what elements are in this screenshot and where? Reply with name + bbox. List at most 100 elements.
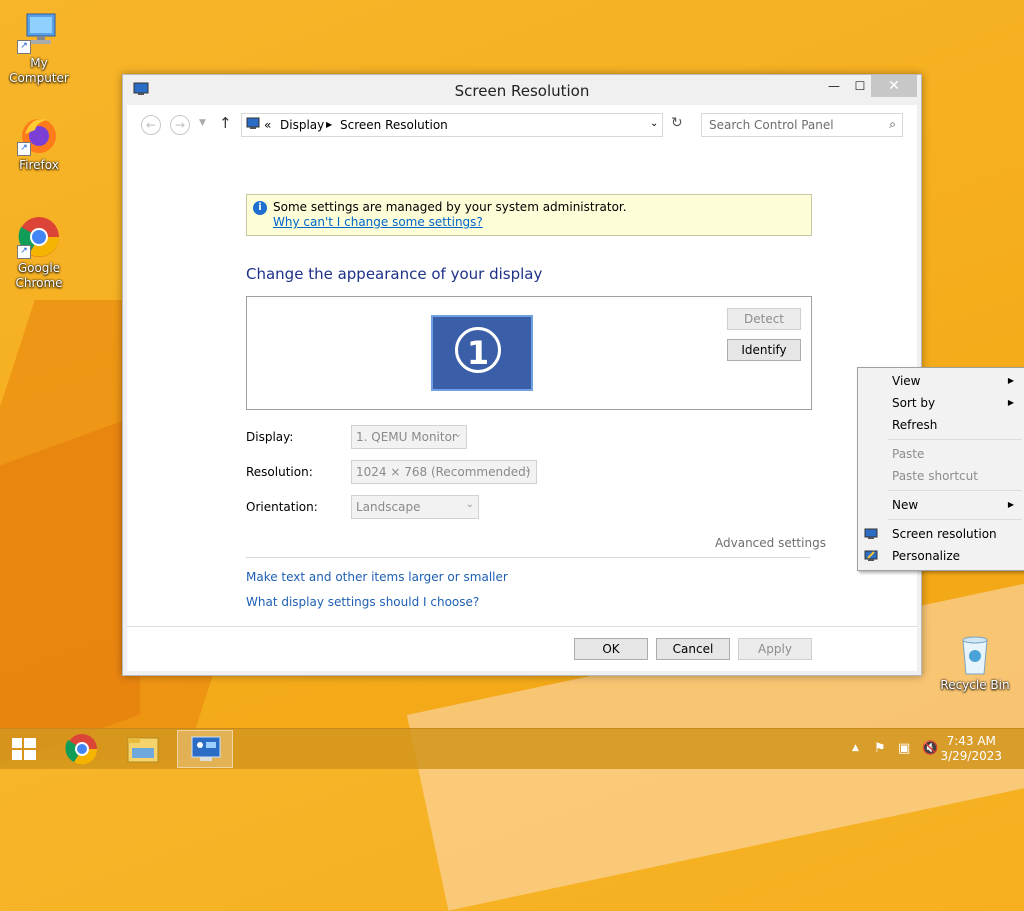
shortcut-arrow-icon: ↗	[17, 142, 31, 156]
control-panel-icon	[191, 736, 221, 761]
taskbar-file-explorer[interactable]	[116, 730, 172, 768]
desktop-icon-recycle-bin[interactable]: Recycle Bin	[936, 632, 1014, 693]
info-help-link[interactable]: Why can't I change some settings?	[273, 215, 483, 229]
personalize-icon	[864, 550, 878, 562]
desktop-icon-chrome[interactable]: ↗ Google Chrome	[0, 215, 78, 291]
desktop-icon-my-computer[interactable]: ↗ My Computer	[0, 10, 78, 86]
menu-separator	[888, 519, 1022, 520]
start-button[interactable]	[0, 730, 48, 768]
page-heading: Change the appearance of your display	[246, 265, 543, 283]
desktop-icon-label: My Computer	[9, 56, 69, 85]
recycle-bin-icon	[953, 632, 997, 676]
menu-item-refresh[interactable]: Refresh	[892, 418, 937, 432]
breadcrumb-screen-resolution[interactable]: Screen Resolution	[340, 118, 448, 132]
display-select[interactable]: 1. QEMU Monitor ⌄	[351, 425, 467, 449]
cancel-button[interactable]: Cancel	[656, 638, 730, 660]
desktop-icon-label: Firefox	[19, 158, 59, 172]
text-size-link[interactable]: Make text and other items larger or smal…	[246, 570, 508, 584]
control-panel-icon	[246, 117, 260, 133]
display-label: Display:	[246, 430, 294, 444]
submenu-arrow-icon: ▶	[1007, 500, 1014, 509]
taskbar: ▲ ⚑ ▣ 🔇 7:43 AM 3/29/2023	[0, 728, 1024, 769]
menu-item-screen-resolution[interactable]: Screen resolution	[892, 527, 997, 541]
minimize-button[interactable]: —	[821, 75, 847, 97]
wallpaper-shape	[0, 414, 140, 766]
desktop-icon-label: Google Chrome	[15, 261, 63, 290]
monitor-preview-box: 1 Detect Identify	[246, 296, 812, 410]
resolution-label: Resolution:	[246, 465, 313, 479]
navigation-bar: ← → ▼ ↑ « Display ▶ Screen Resolution ⌄ …	[127, 105, 917, 145]
orientation-value: Landscape	[356, 500, 421, 514]
show-hidden-icons-icon[interactable]: ▲	[852, 743, 859, 753]
breadcrumb-display[interactable]: Display	[280, 118, 324, 132]
info-bar: i Some settings are managed by your syst…	[246, 194, 812, 236]
refresh-icon[interactable]: ↻	[671, 115, 689, 135]
network-icon[interactable]: ▣	[898, 741, 910, 756]
clock-date: 3/29/2023	[940, 749, 1002, 763]
address-bar[interactable]: « Display ▶ Screen Resolution ⌄	[241, 113, 663, 137]
menu-item-paste[interactable]: Paste	[892, 447, 924, 461]
address-dropdown-icon[interactable]: ⌄	[650, 118, 658, 129]
breadcrumb-separator-icon: ▶	[326, 120, 333, 129]
chrome-icon: ↗	[17, 215, 61, 259]
submenu-arrow-icon: ▶	[1007, 376, 1014, 385]
chevron-down-icon: ⌄	[453, 429, 462, 440]
taskbar-control-panel[interactable]	[177, 730, 233, 768]
menu-item-view[interactable]: View	[892, 374, 920, 388]
menu-item-paste-shortcut[interactable]: Paste shortcut	[892, 469, 978, 483]
screen-resolution-window: Screen Resolution — ☐ ✕ ← → ▼ ↑ « Displa…	[122, 74, 922, 676]
window-title: Screen Resolution	[454, 82, 590, 100]
maximize-button[interactable]: ☐	[847, 75, 873, 97]
monitor-number: 1	[455, 327, 501, 373]
display-help-link[interactable]: What display settings should I choose?	[246, 595, 479, 609]
windows-logo-icon	[12, 738, 36, 760]
search-icon[interactable]: ⌕	[889, 117, 896, 132]
desktop-context-menu: View ▶ Sort by ▶ Refresh Paste Paste sho…	[857, 367, 1024, 571]
title-bar[interactable]: Screen Resolution — ☐ ✕	[123, 75, 921, 105]
apply-button[interactable]: Apply	[738, 638, 812, 660]
menu-separator	[888, 439, 1022, 440]
orientation-select[interactable]: Landscape ⌄	[351, 495, 479, 519]
up-arrow-icon[interactable]: ↑	[219, 114, 232, 132]
monitor-1-tile[interactable]: 1	[431, 315, 533, 391]
menu-item-new[interactable]: New	[892, 498, 918, 512]
desktop-icon-firefox[interactable]: ↗ Firefox	[0, 112, 78, 173]
firefox-icon: ↗	[17, 112, 61, 156]
close-button[interactable]: ✕	[871, 75, 917, 97]
screen-resolution-icon	[864, 528, 878, 540]
menu-separator	[888, 490, 1022, 491]
shortcut-arrow-icon: ↗	[17, 40, 31, 54]
resolution-value: 1024 × 768 (Recommended)	[356, 465, 531, 479]
clock-time: 7:43 AM	[946, 734, 996, 748]
divider	[246, 557, 810, 558]
menu-item-personalize[interactable]: Personalize	[892, 549, 960, 563]
computer-icon: ↗	[17, 10, 61, 54]
ok-button[interactable]: OK	[574, 638, 648, 660]
submenu-arrow-icon: ▶	[1007, 398, 1014, 407]
detect-button[interactable]: Detect	[727, 308, 801, 330]
search-placeholder: Search Control Panel	[709, 118, 834, 132]
address-prefix[interactable]: «	[264, 118, 271, 132]
folder-icon	[127, 737, 159, 763]
divider	[127, 626, 917, 627]
forward-button[interactable]: →	[170, 115, 190, 135]
info-icon: i	[253, 201, 267, 215]
display-value: 1. QEMU Monitor	[356, 430, 457, 444]
chrome-icon	[65, 734, 98, 765]
resolution-select[interactable]: 1024 × 768 (Recommended) ⌄	[351, 460, 537, 484]
info-message: Some settings are managed by your system…	[273, 200, 627, 214]
menu-item-sort-by[interactable]: Sort by	[892, 396, 935, 410]
recent-pages-chevron-icon[interactable]: ▼	[199, 118, 206, 128]
action-center-flag-icon[interactable]: ⚑	[874, 741, 886, 756]
shortcut-arrow-icon: ↗	[17, 245, 31, 259]
search-input[interactable]: Search Control Panel ⌕	[701, 113, 903, 137]
orientation-label: Orientation:	[246, 500, 318, 514]
volume-muted-icon[interactable]: 🔇	[922, 741, 938, 756]
advanced-settings-link[interactable]: Advanced settings	[715, 536, 826, 550]
identify-button[interactable]: Identify	[727, 339, 801, 361]
taskbar-chrome[interactable]	[54, 730, 110, 768]
back-button[interactable]: ←	[141, 115, 161, 135]
system-clock[interactable]: 7:43 AM 3/29/2023	[940, 734, 1002, 764]
desktop-icon-label: Recycle Bin	[940, 678, 1010, 692]
chevron-down-icon: ⌄	[465, 499, 474, 510]
